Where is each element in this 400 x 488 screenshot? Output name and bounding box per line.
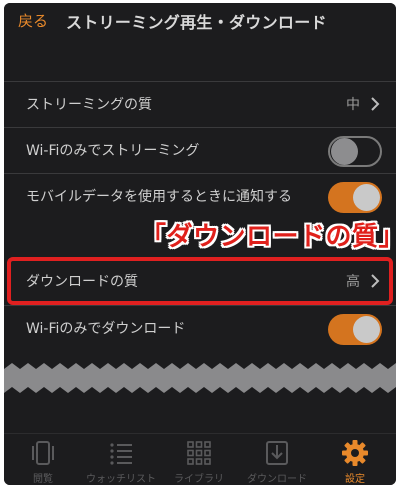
streaming-quality-value: 中 — [346, 97, 360, 113]
download-icon — [266, 441, 288, 465]
browse-icon — [32, 441, 54, 465]
navigation-bar: 戻る ストリーミング再生・ダウンロード — [4, 3, 396, 39]
streaming-wifi-only-row: Wi-Fiのみでストリーミング — [4, 127, 396, 173]
tab-watchlist[interactable]: ウォッチリスト — [82, 434, 160, 485]
callout-label: 「ダウンロードの質」 — [140, 222, 396, 252]
library-icon — [187, 441, 211, 465]
watchlist-icon — [110, 443, 132, 465]
streaming-wifi-only-label: Wi-Fiのみでストリーミング — [26, 143, 200, 159]
toggle-knob — [353, 184, 380, 211]
download-quality-value: 高 — [346, 274, 360, 290]
app-window: 戻る ストリーミング再生・ダウンロード ストリーミングの質 中 Wi-Fiのみで… — [4, 3, 396, 485]
download-quality-row[interactable]: ダウンロードの質 高 — [4, 259, 396, 305]
download-wifi-only-label: Wi-Fiのみでダウンロード — [26, 321, 186, 337]
tab-label: 設定 — [345, 474, 365, 485]
toggle-knob — [353, 316, 380, 343]
tab-label: ダウンロード — [247, 474, 307, 485]
tab-download[interactable]: ダウンロード — [238, 434, 316, 485]
mobile-data-notify-row: モバイルデータを使用するときに通知する — [4, 173, 396, 219]
download-wifi-only-toggle[interactable] — [328, 314, 382, 345]
tab-label: ウォッチリスト — [86, 474, 156, 485]
mobile-data-notify-label: モバイルデータを使用するときに通知する — [26, 189, 292, 205]
toggle-knob — [331, 138, 358, 165]
section-spacer — [4, 39, 396, 87]
tab-browse[interactable]: 閲覧 — [4, 434, 82, 485]
download-quality-label: ダウンロードの質 — [26, 274, 138, 290]
tab-label: 閲覧 — [33, 474, 53, 485]
tab-label: ライブラリ — [174, 474, 224, 485]
download-settings-group: ダウンロードの質 高 Wi-Fiのみでダウンロード — [4, 259, 396, 353]
chevron-right-icon — [371, 97, 380, 111]
tab-bar: 閲覧 ウォッチリスト ライブラリ ダウンロード 設定 — [4, 433, 396, 485]
tab-library[interactable]: ライブラリ — [160, 434, 238, 485]
tab-settings[interactable]: 設定 — [316, 434, 394, 485]
streaming-settings-group: ストリーミングの質 中 Wi-Fiのみでストリーミング モバイルデータを使用する… — [4, 81, 396, 221]
page-title: ストリーミング再生・ダウンロード — [66, 13, 327, 32]
download-wifi-only-row: Wi-Fiのみでダウンロード — [4, 305, 396, 351]
streaming-quality-row[interactable]: ストリーミングの質 中 — [4, 81, 396, 127]
streaming-wifi-only-toggle[interactable] — [328, 136, 382, 167]
chevron-right-icon — [371, 274, 380, 288]
gear-icon — [342, 440, 368, 466]
back-button[interactable]: 戻る — [18, 10, 48, 31]
streaming-quality-label: ストリーミングの質 — [26, 97, 152, 113]
zigzag-divider — [4, 363, 396, 393]
mobile-data-notify-toggle[interactable] — [328, 182, 382, 213]
